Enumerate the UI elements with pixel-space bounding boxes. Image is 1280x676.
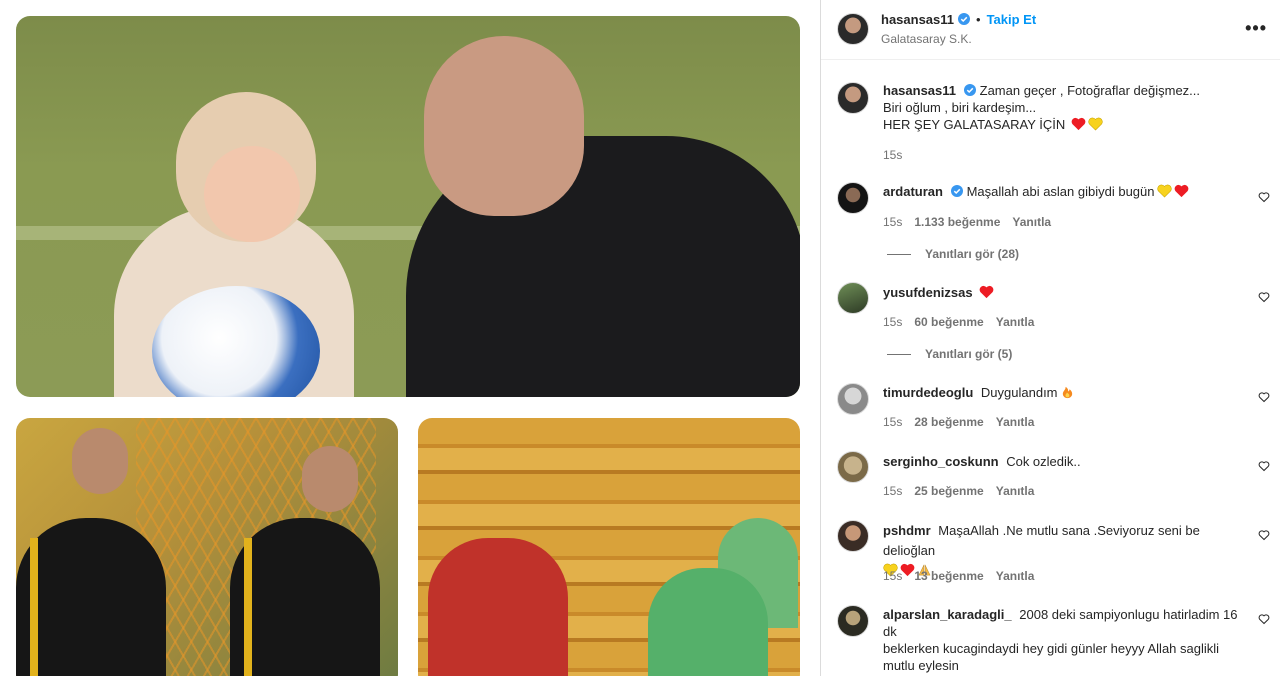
comment-time[interactable]: 15s [883, 484, 902, 498]
location-link[interactable]: Galatasaray S.K. [881, 32, 972, 46]
comment-avatar[interactable] [837, 451, 869, 483]
separator-dot: • [976, 12, 981, 27]
replies-line [887, 254, 911, 256]
reply-button[interactable]: Yanıtla [996, 569, 1035, 583]
red-heart-emoji-icon [1071, 117, 1086, 131]
comment-avatar[interactable] [837, 282, 869, 314]
comment: alparslan_karadagli_ 2008 deki sampiyonl… [883, 606, 1251, 674]
player-right [230, 518, 380, 676]
header-username[interactable]: hasansas11 [881, 12, 954, 27]
comment: ardaturan Maşallah abi aslan gibiydi bug… [883, 183, 1243, 200]
photo-two-players-old[interactable] [16, 418, 398, 676]
player-right-head [302, 446, 358, 512]
fire-emoji-icon [1062, 386, 1072, 399]
like-heart-icon[interactable] [1258, 460, 1270, 472]
follow-button[interactable]: Takip Et [987, 12, 1037, 27]
caption-avatar[interactable] [837, 82, 869, 114]
header-user-line: hasansas11 • Takip Et [881, 11, 1036, 29]
yellow-heart-emoji-icon [1088, 117, 1103, 131]
player-left-head [72, 428, 128, 494]
view-replies-label: Yanıtları gör (5) [925, 347, 1013, 361]
verified-badge-icon [950, 185, 963, 197]
comment-avatar[interactable] [837, 383, 869, 415]
comment-username[interactable]: timurdedeoglu [883, 385, 973, 400]
post-media[interactable] [0, 0, 820, 676]
caption: hasansas11 Zaman geçer , Fotoğraflar değ… [883, 82, 1263, 133]
comment-username[interactable]: serginho_coskunn [883, 454, 999, 469]
yellow-heart-emoji-icon [1156, 184, 1172, 198]
comment-avatar[interactable] [837, 520, 869, 552]
comment-time[interactable]: 15s [883, 215, 902, 229]
comment-time[interactable]: 15s [883, 415, 902, 429]
comment-text-line3: mutlu eylesin [883, 658, 959, 673]
comment-time[interactable]: 15s [883, 315, 902, 329]
view-replies-button[interactable]: Yanıtları gör (5) [887, 347, 1012, 361]
comment-text-line2: beklerken kucagindaydi hey gidi günler h… [883, 641, 1220, 656]
comment-meta: 15s 25 beğenme Yanıtla [883, 484, 1046, 498]
comment-avatar[interactable] [837, 605, 869, 637]
comment-likes[interactable]: 28 beğenme [914, 415, 983, 429]
comment-username[interactable]: yusufdenizsas [883, 285, 973, 300]
photo-training-players[interactable] [418, 418, 800, 676]
comment: serginho_coskunn Cok ozledik.. [883, 453, 1243, 470]
comment-meta: 15s 13 beğenme Yanıtla [883, 569, 1046, 583]
comment-username[interactable]: ardaturan [883, 184, 943, 199]
caption-line3: HER ŞEY GALATASARAY İÇİN [883, 117, 1066, 132]
player-left [16, 518, 166, 676]
reply-button[interactable]: Yanıtla [996, 484, 1035, 498]
comment-time[interactable]: 15s [883, 569, 902, 583]
reply-button[interactable]: Yanıtla [1012, 215, 1051, 229]
reply-button[interactable]: Yanıtla [996, 415, 1035, 429]
reply-button[interactable]: Yanıtla [996, 315, 1035, 329]
avatar[interactable] [837, 13, 869, 45]
replies-line [887, 354, 911, 356]
caption-username[interactable]: hasansas11 [883, 83, 956, 98]
man-head [424, 36, 584, 216]
view-replies-label: Yanıtları gör (28) [925, 247, 1020, 261]
comment: timurdedeoglu Duygulandım [883, 384, 1243, 401]
comment-username[interactable]: alparslan_karadagli_ [883, 607, 1012, 622]
like-heart-icon[interactable] [1258, 391, 1270, 403]
player-red-shirt [428, 538, 568, 676]
comment: yusufdenizsas [883, 284, 1243, 301]
red-heart-emoji-icon [979, 285, 993, 299]
caption-line1: Zaman geçer , Fotoğraflar değişmez... [979, 83, 1201, 98]
baby-face [204, 146, 300, 242]
comment-likes[interactable]: 1.133 beğenme [914, 215, 1000, 229]
comment-likes[interactable]: 25 beğenme [914, 484, 983, 498]
like-heart-icon[interactable] [1258, 613, 1270, 625]
verified-badge-icon [964, 84, 977, 96]
comment-meta: 15s 1.133 beğenme Yanıtla [883, 215, 1063, 229]
comment-likes[interactable]: 13 beğenme [914, 569, 983, 583]
post-side-panel: hasansas11 • Takip Et Galatasaray S.K. •••… [820, 0, 1280, 676]
caption-time[interactable]: 15s [883, 148, 902, 162]
photo-father-and-baby[interactable] [16, 16, 800, 397]
comment-text: Maşallah abi aslan gibiydi bugün [966, 184, 1155, 199]
comment-avatar[interactable] [837, 182, 869, 214]
post-header: hasansas11 • Takip Et Galatasaray S.K. ••• [821, 0, 1280, 60]
comment-likes[interactable]: 60 beğenme [914, 315, 983, 329]
red-heart-emoji-icon [1174, 184, 1188, 198]
comment-text: Cok ozledik.. [1006, 454, 1081, 469]
comment-meta: 15s 60 beğenme Yanıtla [883, 315, 1046, 329]
comment-username[interactable]: pshdmr [883, 523, 931, 538]
like-heart-icon[interactable] [1258, 291, 1270, 303]
view-replies-button[interactable]: Yanıtları gör (28) [887, 247, 1019, 261]
comment-text: Duygulandım [980, 385, 1058, 400]
verified-badge-icon [958, 13, 971, 25]
like-heart-icon[interactable] [1258, 191, 1270, 203]
more-options-icon[interactable]: ••• [1245, 18, 1267, 39]
comment-meta: 15s 28 beğenme Yanıtla [883, 415, 1046, 429]
player-green-vest [648, 568, 768, 676]
caption-line2: Biri oğlum , biri kardeşim... [883, 100, 1037, 115]
like-heart-icon[interactable] [1258, 529, 1270, 541]
